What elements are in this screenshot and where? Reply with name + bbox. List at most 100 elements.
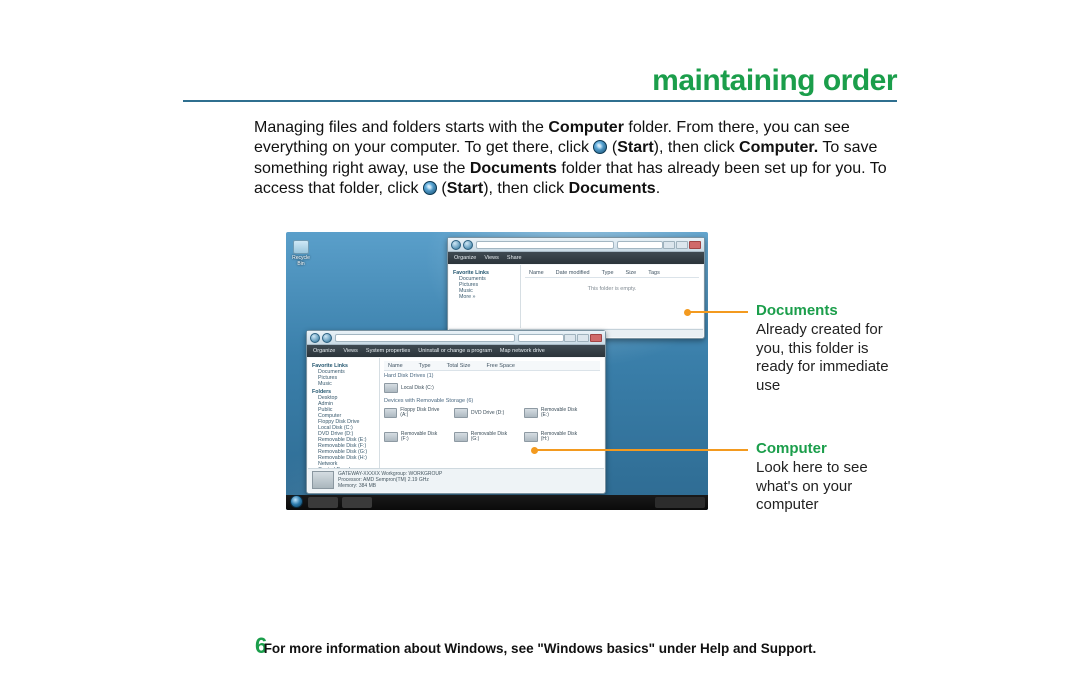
col[interactable]: Type	[602, 270, 614, 276]
cmd[interactable]: Views	[484, 255, 499, 261]
back-icon[interactable]	[451, 240, 461, 250]
col[interactable]: Free Space	[486, 363, 514, 369]
cmd[interactable]: Organize	[454, 255, 476, 261]
cmd[interactable]: Views	[343, 348, 358, 354]
computer-icon	[312, 471, 334, 489]
columns: Name Date modified Type Size Tags	[525, 268, 699, 278]
intro-paragraph: Managing files and folders starts with t…	[254, 118, 897, 200]
system-tray[interactable]	[655, 497, 705, 508]
col[interactable]: Total Size	[447, 363, 471, 369]
callout-body: Already created for you, this folder is …	[756, 321, 889, 394]
t: ), then click	[483, 180, 568, 197]
col[interactable]: Size	[626, 270, 637, 276]
col[interactable]: Tags	[648, 270, 660, 276]
t: Computer	[548, 119, 624, 136]
callout-documents: Documents Already created for you, this …	[756, 302, 896, 396]
floppy-icon	[384, 408, 397, 418]
cmd[interactable]: Uninstall or change a program	[418, 348, 492, 354]
callout-line	[690, 311, 748, 313]
t: Documents	[470, 160, 557, 177]
t: Documents	[569, 180, 656, 197]
documents-window: Organize Views Share Favorite Links Docu…	[447, 237, 705, 339]
nav-item[interactable]: Music	[318, 381, 375, 387]
group-header: Hard Disk Drives (1)	[384, 373, 600, 379]
recycle-label: Recycle Bin	[292, 255, 310, 267]
heading-rule	[183, 100, 897, 102]
drive-item[interactable]: DVD Drive (D:)	[454, 405, 516, 421]
page: maintaining order Managing files and fol…	[0, 0, 1080, 698]
forward-icon[interactable]	[463, 240, 473, 250]
search-box[interactable]	[518, 334, 564, 342]
computer-window: Organize Views System properties Uninsta…	[306, 330, 606, 494]
min-button[interactable]	[663, 241, 675, 249]
start-orb-icon	[423, 181, 437, 195]
col[interactable]: Name	[529, 270, 544, 276]
address-bar[interactable]	[335, 334, 515, 342]
start-button[interactable]	[290, 495, 303, 508]
dvd-icon	[454, 408, 468, 418]
callout-computer: Computer Look here to see what's on your…	[756, 440, 896, 515]
close-button[interactable]	[689, 241, 701, 249]
forward-icon[interactable]	[322, 333, 332, 343]
nav-pane: Favorite Links Documents Pictures Music …	[308, 358, 380, 468]
t: Computer.	[739, 139, 818, 156]
min-button[interactable]	[564, 334, 576, 342]
drive-item[interactable]: Removable Disk (E:)	[524, 405, 586, 421]
taskbar-item[interactable]	[342, 497, 372, 508]
titlebar	[448, 238, 704, 252]
nav-pane: Favorite Links Documents Pictures Music …	[449, 265, 521, 328]
cmd[interactable]: Map network drive	[500, 348, 545, 354]
group-header: Devices with Removable Storage (6)	[384, 398, 600, 404]
search-box[interactable]	[617, 241, 663, 249]
max-button[interactable]	[676, 241, 688, 249]
t: (	[607, 139, 617, 156]
drive-list: Name Type Total Size Free Space Hard Dis…	[380, 358, 604, 468]
drive-item[interactable]: Removable Disk (F:)	[384, 429, 446, 445]
t: .	[656, 180, 660, 197]
cmd[interactable]: Share	[507, 255, 522, 261]
taskbar-item[interactable]	[308, 497, 338, 508]
content: Favorite Links Documents Pictures Music …	[308, 358, 604, 468]
empty-message: This folder is empty.	[525, 286, 699, 292]
content: Favorite Links Documents Pictures Music …	[449, 265, 703, 328]
back-icon[interactable]	[310, 333, 320, 343]
max-button[interactable]	[577, 334, 589, 342]
recycle-bin-icon: Recycle Bin	[292, 240, 310, 260]
drive-item[interactable]: Floppy Disk Drive (A:)	[384, 405, 446, 421]
t: Start	[617, 139, 653, 156]
footer-text: For more information about Windows, see …	[0, 641, 1080, 656]
col[interactable]: Name	[388, 363, 403, 369]
cmd[interactable]: System properties	[366, 348, 410, 354]
detail-line: Memory: 384 MB	[338, 483, 442, 489]
start-orb-icon	[593, 140, 607, 154]
command-bar: Organize Views Share	[448, 252, 704, 264]
t: Managing files and folders starts with t…	[254, 119, 548, 136]
removable-icon	[524, 408, 538, 418]
removable-icon	[524, 432, 538, 442]
titlebar	[307, 331, 605, 345]
callout-title: Computer	[756, 440, 896, 459]
callout-title: Documents	[756, 302, 896, 321]
callout-line	[537, 449, 748, 451]
removable-icon	[454, 432, 468, 442]
command-bar: Organize Views System properties Uninsta…	[307, 345, 605, 357]
columns: Name Type Total Size Free Space	[384, 361, 600, 371]
hdd-icon	[384, 383, 398, 393]
details-pane: GATEWAY-XXXXX Workgroup: WORKGROUP Proce…	[308, 468, 604, 492]
t: ), then click	[654, 139, 739, 156]
taskbar	[286, 495, 708, 510]
nav-item[interactable]: More »	[459, 294, 516, 300]
cmd[interactable]: Organize	[313, 348, 335, 354]
drive-item[interactable]: Removable Disk (G:)	[454, 429, 516, 445]
address-bar[interactable]	[476, 241, 614, 249]
drive-item[interactable]: Local Disk (C:)	[384, 380, 446, 396]
col[interactable]: Date modified	[556, 270, 590, 276]
page-heading: maintaining order	[652, 64, 897, 98]
callout-body: Look here to see what's on your computer	[756, 459, 868, 514]
file-list: Name Date modified Type Size Tags This f…	[521, 265, 703, 328]
t: (	[437, 180, 447, 197]
t: Start	[447, 180, 483, 197]
close-button[interactable]	[590, 334, 602, 342]
col[interactable]: Type	[419, 363, 431, 369]
drive-item[interactable]: Removable Disk (H:)	[524, 429, 586, 445]
